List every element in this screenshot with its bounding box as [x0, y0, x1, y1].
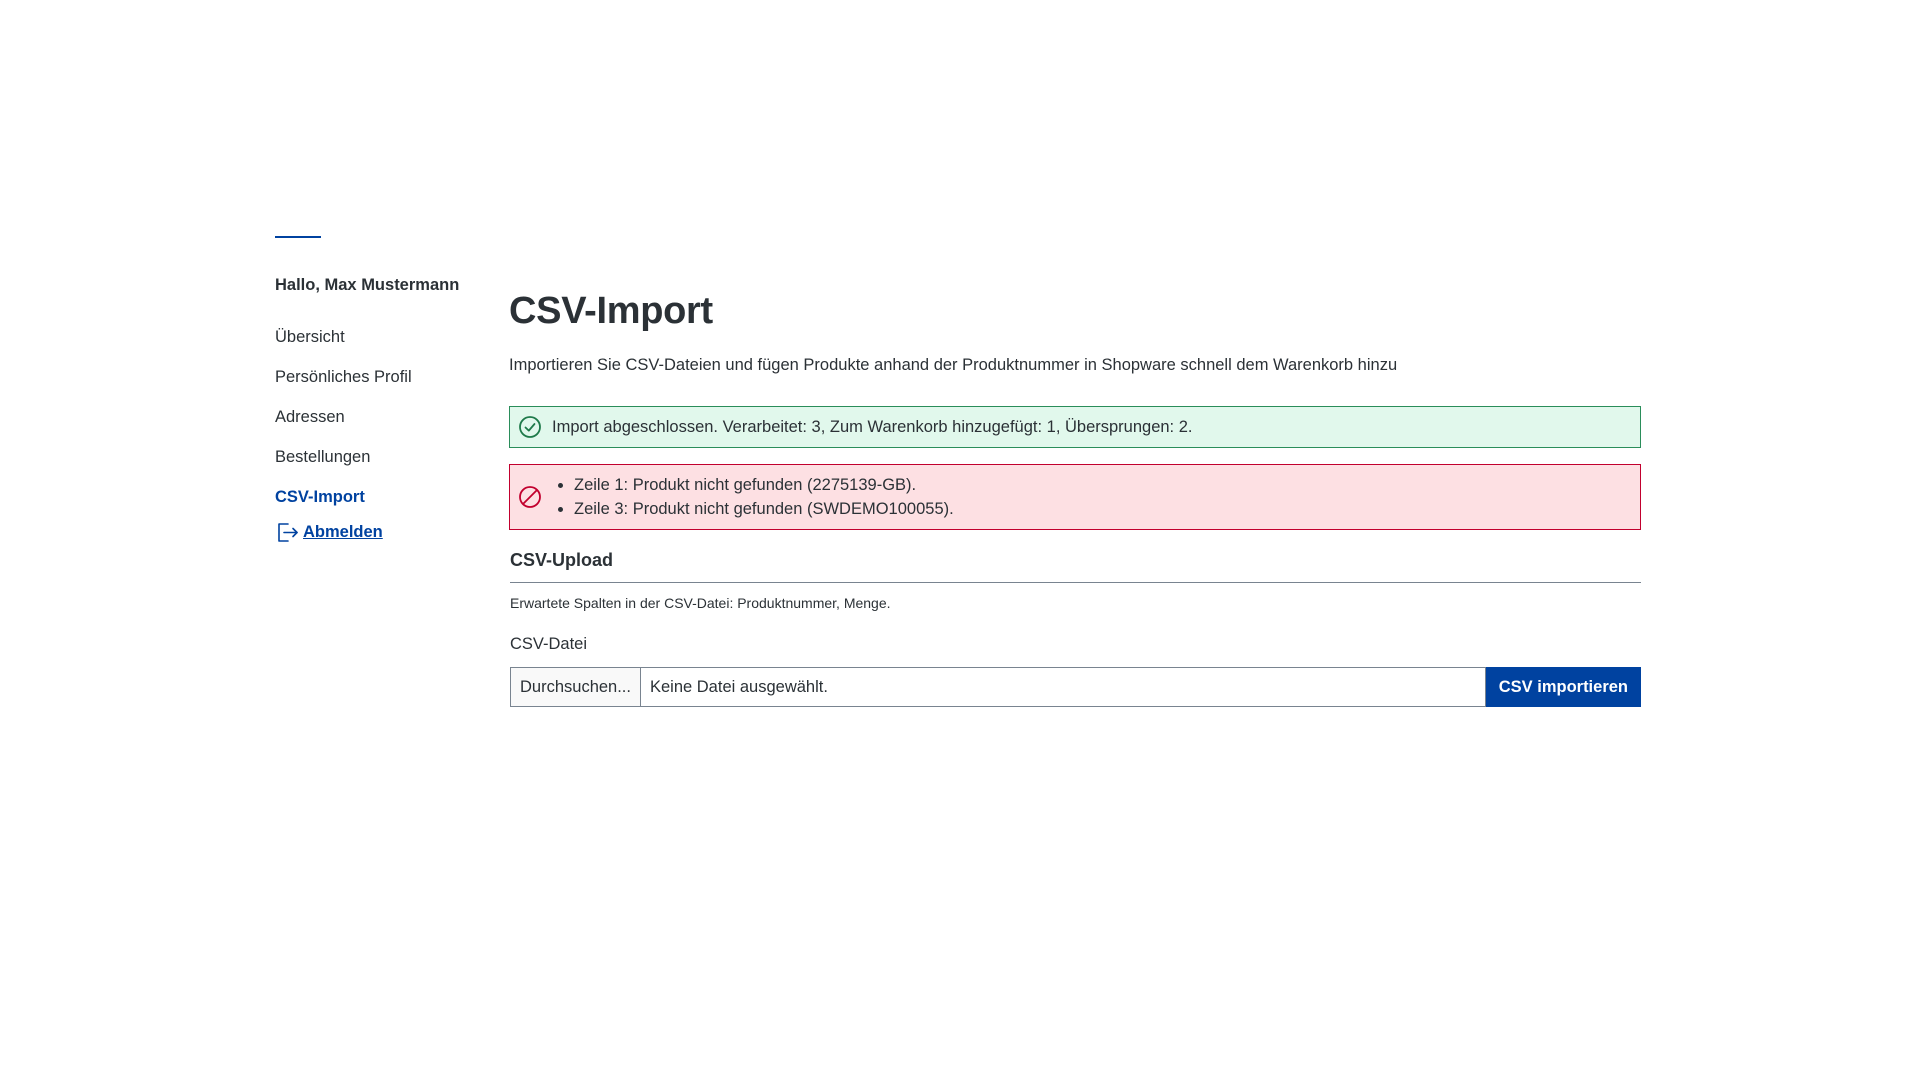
check-circle-icon [518, 415, 542, 439]
error-list: Zeile 1: Produkt nicht gefunden (2275139… [552, 473, 954, 521]
accent-line [275, 236, 321, 238]
success-alert: Import abgeschlossen. Verarbeitet: 3, Zu… [509, 406, 1641, 448]
file-upload-row: Durchsuchen... Keine Datei ausgewählt. C… [510, 667, 1641, 707]
page-description: Importieren Sie CSV-Dateien und fügen Pr… [509, 356, 1398, 374]
sidebar-greeting: Hallo, Max Mustermann [275, 276, 460, 294]
sidebar-item-orders[interactable]: Bestellungen [275, 446, 485, 468]
sidebar-item-csv-import[interactable]: CSV-Import [275, 486, 485, 508]
csv-import-button[interactable]: CSV importieren [1485, 667, 1641, 707]
error-item: Zeile 3: Produkt nicht gefunden (SWDEMO1… [574, 497, 954, 521]
main-content: CSV-Import Importieren Sie CSV-Dateien u… [509, 282, 1641, 707]
error-item: Zeile 1: Produkt nicht gefunden (2275139… [574, 473, 954, 497]
error-alert: Zeile 1: Produkt nicht gefunden (2275139… [509, 464, 1641, 530]
file-field-label: CSV-Datei [510, 635, 588, 653]
account-sidebar: Hallo, Max Mustermann Übersicht Persönli… [275, 274, 485, 544]
page: Hallo, Max Mustermann Übersicht Persönli… [0, 0, 1920, 1080]
upload-hint: Erwartete Spalten in der CSV-Datei: Prod… [510, 595, 891, 611]
sidebar-item-overview[interactable]: Übersicht [275, 326, 485, 348]
page-title: CSV-Import [509, 290, 713, 332]
logout-icon [275, 520, 301, 544]
sidebar-item-addresses[interactable]: Adressen [275, 406, 485, 428]
sidebar-item-profile[interactable]: Persönliches Profil [275, 366, 485, 388]
upload-section-title: CSV-Upload [510, 550, 614, 570]
file-input[interactable]: Keine Datei ausgewählt. [640, 667, 1486, 707]
logout-link[interactable]: Abmelden [275, 520, 485, 544]
section-divider [510, 582, 1641, 583]
success-alert-text: Import abgeschlossen. Verarbeitet: 3, Zu… [552, 418, 1193, 436]
blocked-icon [518, 485, 542, 509]
logout-label[interactable]: Abmelden [303, 521, 383, 543]
browse-button[interactable]: Durchsuchen... [510, 667, 641, 707]
